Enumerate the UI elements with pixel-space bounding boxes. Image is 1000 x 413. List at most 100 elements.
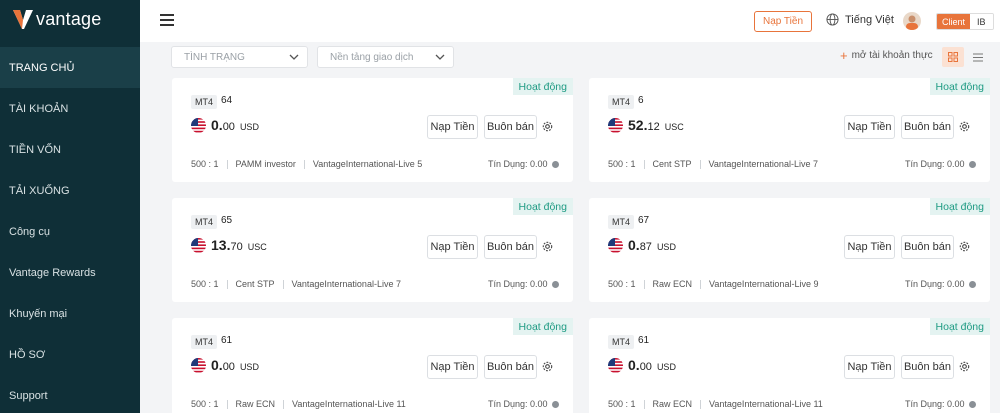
leverage: 500 : 1 <box>608 399 636 409</box>
credit-label: Tín Dụng: 0.00 <box>905 399 965 409</box>
balance-currency: USD <box>239 122 259 132</box>
trade-button[interactable]: Buôn bán <box>901 355 954 379</box>
sidebar-item-profile[interactable]: HỒ SƠ <box>0 334 140 375</box>
divider <box>226 399 228 409</box>
list-view-button[interactable] <box>968 47 988 67</box>
info-icon[interactable] <box>551 280 559 288</box>
deposit-button[interactable]: Nạp Tiền <box>427 235 478 259</box>
sidebar-item-rewards[interactable]: Vantage Rewards <box>0 252 140 293</box>
sidebar-item-funds[interactable]: TIỀN VỐN <box>0 129 140 170</box>
account-card: Hoạt động MT4 61 0. 00 USD Nạp Tiền Buôn bán 500… <box>589 318 990 413</box>
grid-view-button[interactable] <box>942 47 964 67</box>
platform-badge: MT4 <box>191 215 217 229</box>
credit-info: Tín Dụng: 0.00 <box>488 159 559 169</box>
deposit-button[interactable]: Nạp Tiền <box>844 235 895 259</box>
sidebar-item-label: Công cụ <box>9 225 50 238</box>
leverage: 500 : 1 <box>191 279 219 289</box>
info-icon[interactable] <box>968 280 976 288</box>
gear-icon[interactable] <box>542 121 553 135</box>
us-flag-icon <box>191 118 206 133</box>
sidebar-item-promotions[interactable]: Khuyến mại <box>0 293 140 334</box>
platform-badge: MT4 <box>608 215 634 229</box>
trade-button[interactable]: Buôn bán <box>484 235 537 259</box>
gear-icon[interactable] <box>959 361 970 375</box>
info-icon[interactable] <box>551 400 559 408</box>
gear-icon[interactable] <box>959 241 970 255</box>
account-card: Hoạt động MT4 67 0. 87 USD Nạp Tiền Buôn bán 500… <box>589 198 990 302</box>
divider <box>700 279 702 289</box>
status-badge: Hoạt động <box>929 78 990 95</box>
sidebar-item-tools[interactable]: Công cụ <box>0 211 140 252</box>
account-meta: 500 : 1 Raw ECN VantageInternational-Live … <box>608 399 823 409</box>
sidebar-item-support[interactable]: Support <box>0 375 140 413</box>
info-icon[interactable] <box>968 400 976 408</box>
us-flag-icon <box>191 358 206 373</box>
balance-integer: 52. <box>628 117 648 133</box>
balance-decimal: 70 <box>230 241 243 253</box>
account-number: 61 <box>638 335 650 346</box>
header-deposit-button[interactable]: Nạp Tiền <box>754 11 812 32</box>
divider <box>643 279 645 289</box>
platform-filter-select[interactable]: Nền tảng giao dịch <box>317 46 454 68</box>
divider <box>282 279 284 289</box>
gear-icon[interactable] <box>959 121 970 135</box>
toggle-client[interactable]: Client <box>937 14 971 29</box>
trade-button[interactable]: Buôn bán <box>901 235 954 259</box>
account-balance: 13. 70 USC <box>211 237 267 253</box>
account-card: Hoạt động MT4 64 0. 00 USD Nạp Tiền Buôn bán 500… <box>172 78 573 182</box>
account-meta: 500 : 1 Cent STP VantageInternational-Live… <box>608 159 818 169</box>
platform-badge: MT4 <box>191 95 217 109</box>
credit-label: Tín Dụng: 0.00 <box>488 159 548 169</box>
divider <box>226 159 228 169</box>
balance-decimal: 00 <box>639 361 652 373</box>
gear-icon[interactable] <box>542 361 553 375</box>
info-icon[interactable] <box>968 160 976 168</box>
deposit-button[interactable]: Nạp Tiền <box>427 115 478 139</box>
trade-button[interactable]: Buôn bán <box>484 355 537 379</box>
info-icon[interactable] <box>551 160 559 168</box>
leverage: 500 : 1 <box>608 279 636 289</box>
open-live-account-link[interactable]: + mở tài khoản thực <box>840 49 933 62</box>
grid-icon <box>948 52 958 62</box>
balance-currency: USD <box>656 362 676 372</box>
sidebar-item-accounts[interactable]: TÀI KHOẢN <box>0 88 140 129</box>
top-header: Nạp Tiền Tiếng Việt Client IB <box>140 0 1000 42</box>
balance-currency: USD <box>239 362 259 372</box>
avatar[interactable] <box>903 12 921 30</box>
account-type: Raw ECN <box>235 399 276 409</box>
sidebar-item-home[interactable]: TRANG CHỦ <box>0 47 140 88</box>
status-badge: Hoạt động <box>929 198 990 215</box>
deposit-button[interactable]: Nạp Tiền <box>844 115 895 139</box>
vantage-logo[interactable]: vantage <box>12 8 101 30</box>
account-meta: 500 : 1 PAMM investor VantageInternational… <box>191 159 422 169</box>
account-type: PAMM investor <box>235 159 296 169</box>
sidebar-item-downloads[interactable]: TẢI XUỐNG <box>0 170 140 211</box>
toggle-ib[interactable]: IB <box>970 14 993 29</box>
deposit-button[interactable]: Nạp Tiền <box>844 355 895 379</box>
balance-decimal: 00 <box>222 121 235 133</box>
server-name: VantageInternational-Live 5 <box>312 159 423 169</box>
open-live-account-label: mở tài khoản thực <box>851 50 933 61</box>
account-balance: 0. 00 USD <box>211 357 259 373</box>
status-badge: Hoạt động <box>929 318 990 335</box>
divider <box>699 159 701 169</box>
sidebar-item-label: HỒ SƠ <box>9 348 46 361</box>
us-flag-icon <box>608 118 623 133</box>
sidebar-item-label: TRANG CHỦ <box>9 61 75 74</box>
account-card: Hoạt động MT4 61 0. 00 USD Nạp Tiền Buôn bán 500… <box>172 318 573 413</box>
balance-integer: 0. <box>628 237 640 253</box>
status-filter-select[interactable]: TÌNH TRẠNG <box>171 46 308 68</box>
balance-decimal: 87 <box>639 241 652 253</box>
trade-button[interactable]: Buôn bán <box>901 115 954 139</box>
divider <box>303 159 305 169</box>
menu-toggle-icon[interactable] <box>160 14 174 26</box>
account-number: 64 <box>221 95 233 106</box>
trade-button[interactable]: Buôn bán <box>484 115 537 139</box>
sidebar-item-label: TÀI KHOẢN <box>9 102 69 115</box>
gear-icon[interactable] <box>542 241 553 255</box>
platform-filter-placeholder: Nền tảng giao dịch <box>330 51 414 63</box>
list-icon <box>973 53 983 61</box>
language-selector[interactable]: Tiếng Việt <box>826 13 894 26</box>
deposit-button[interactable]: Nạp Tiền <box>427 355 478 379</box>
sidebar-item-label: Khuyến mại <box>9 307 68 320</box>
